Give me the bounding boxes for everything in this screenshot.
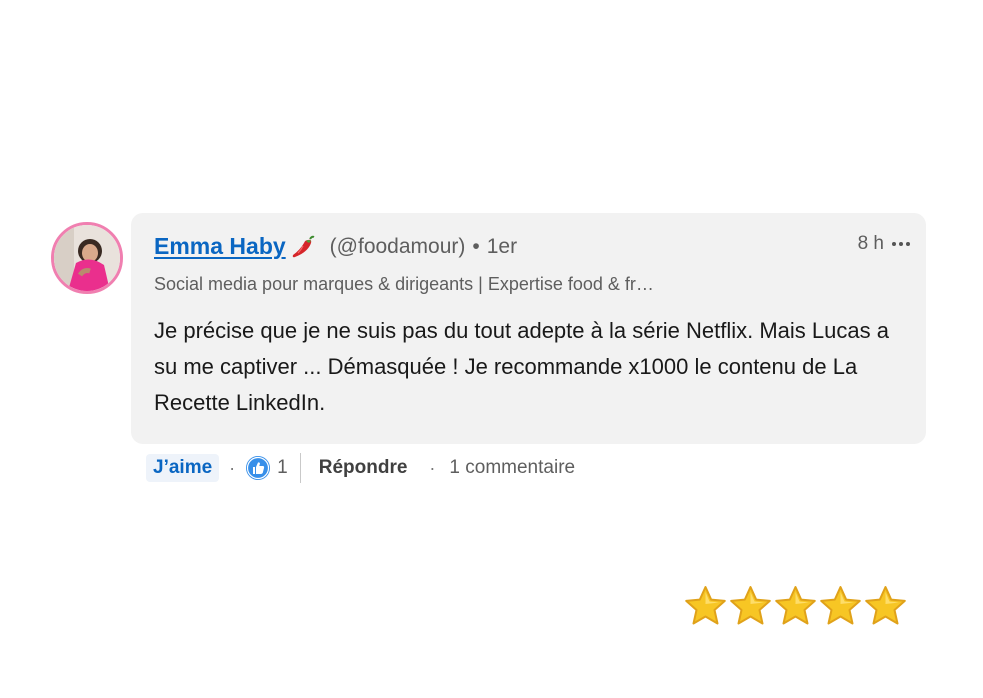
author-name-link[interactable]: Emma Haby xyxy=(154,233,286,260)
more-options-icon[interactable] xyxy=(892,242,910,246)
avatar-photo xyxy=(54,225,120,291)
star-icon xyxy=(775,586,816,625)
replies-count-link[interactable]: 1 commentaire xyxy=(449,457,575,479)
author-handle: (@foodamour) xyxy=(329,234,466,258)
like-button[interactable]: J’aime xyxy=(146,454,220,482)
reaction-count[interactable]: 1 xyxy=(277,457,288,479)
page: Emma Haby (@foodamour) • 1er 8 h Social … xyxy=(0,0,983,698)
comment-time: 8 h xyxy=(857,233,884,254)
comment-actions: J’aime · 1 Répondre · 1 commentaire xyxy=(146,453,575,483)
author-headline: Social media pour marques & dirigeants |… xyxy=(154,274,654,294)
time-row: 8 h xyxy=(858,233,910,255)
thumbs-up-icon[interactable] xyxy=(245,455,271,481)
avatar[interactable] xyxy=(51,222,123,294)
star-icon xyxy=(685,586,726,625)
chili-pepper-icon xyxy=(290,234,316,260)
separator-dot: · xyxy=(429,457,436,478)
reply-button[interactable]: Répondre xyxy=(319,457,408,479)
star-icon xyxy=(865,586,906,625)
separator-dot: · xyxy=(229,457,236,478)
star-icon xyxy=(820,586,861,625)
comment-text: Je précise que je ne suis pas du tout ad… xyxy=(154,318,889,415)
comment-bubble: Emma Haby (@foodamour) • 1er 8 h Social … xyxy=(131,213,926,444)
connection-degree: 1er xyxy=(486,234,518,258)
separator-dot: • xyxy=(472,234,480,258)
divider xyxy=(299,453,301,483)
author-row: Emma Haby (@foodamour) • 1er xyxy=(154,233,517,260)
star-icon xyxy=(730,586,771,625)
star-rating xyxy=(683,584,908,628)
